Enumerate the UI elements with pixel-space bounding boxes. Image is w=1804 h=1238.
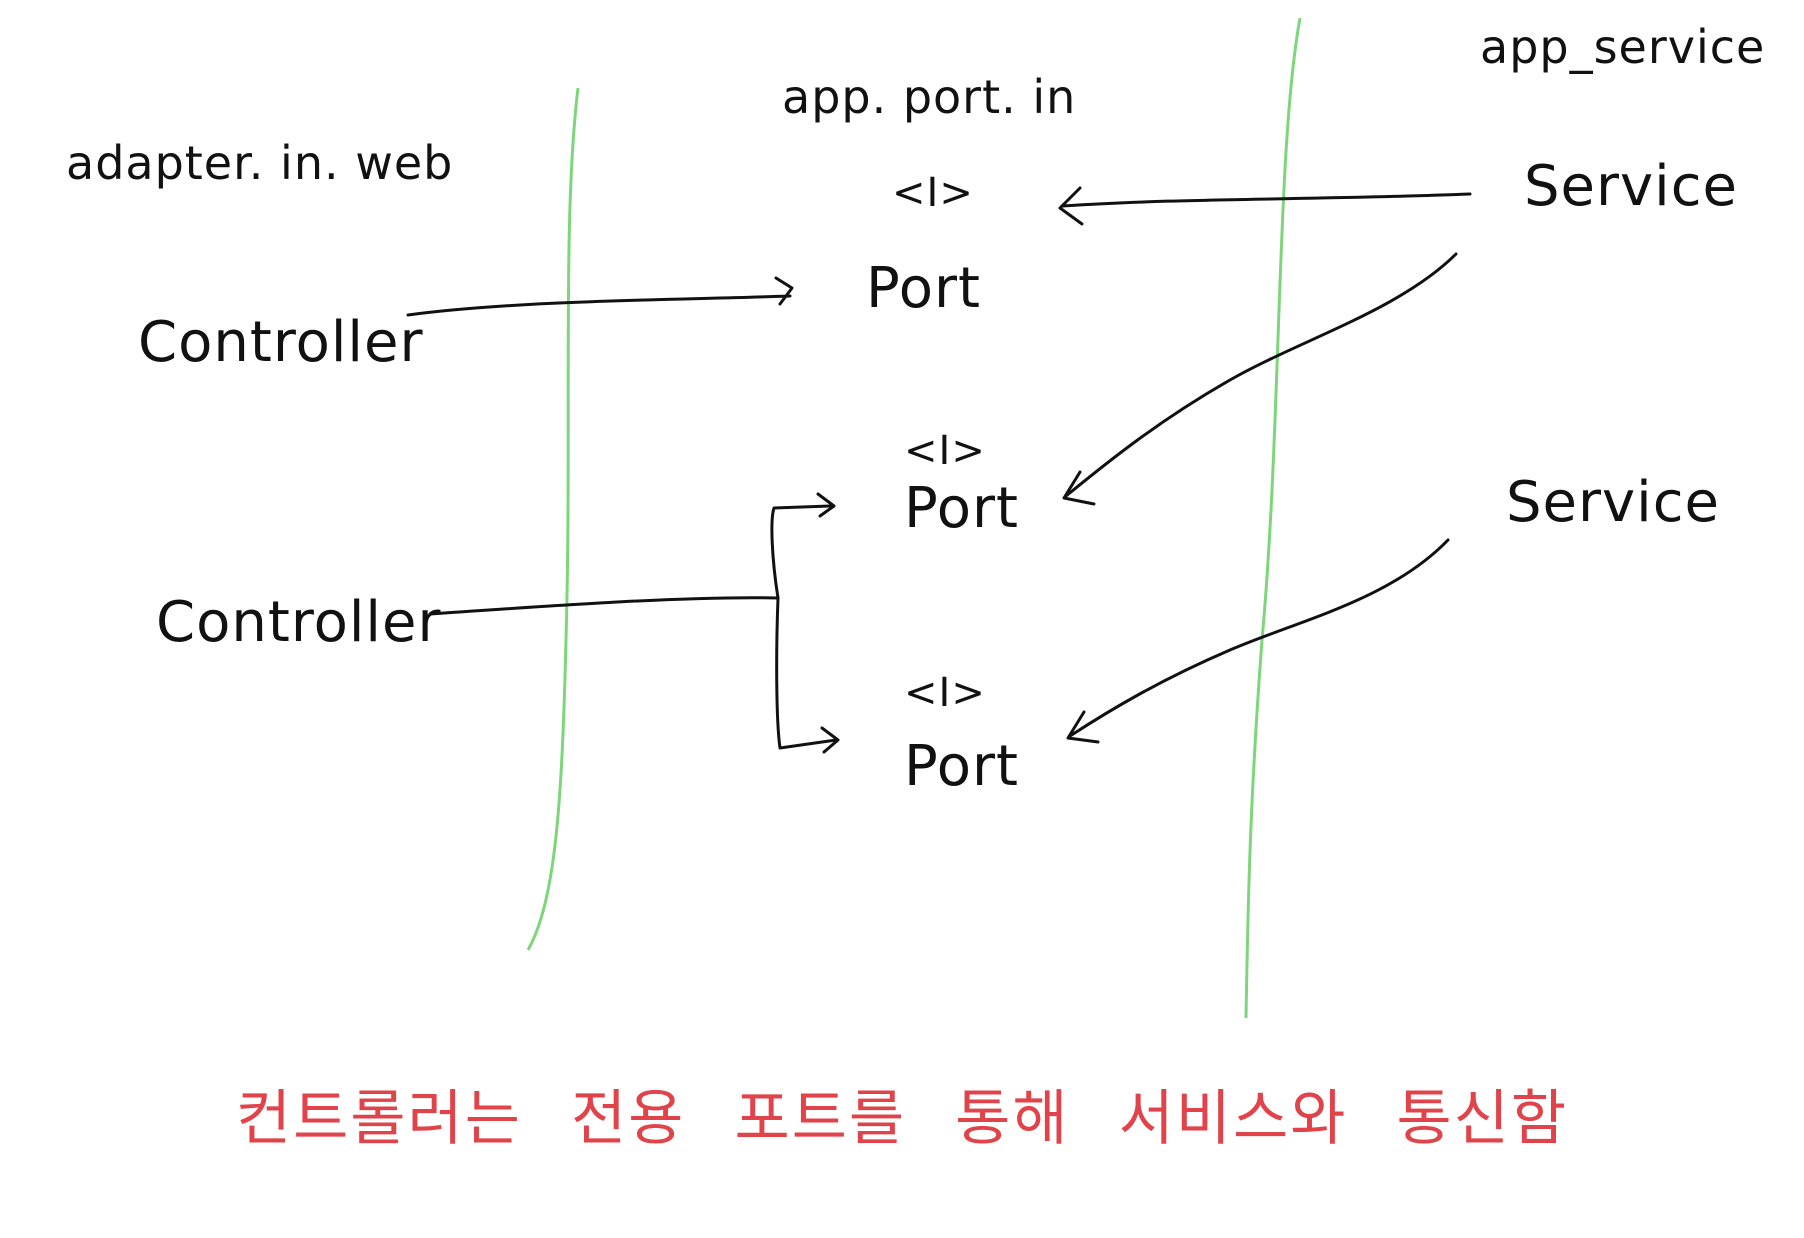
controller-node-1: Controller <box>138 310 424 375</box>
package-label-port: app. port. in <box>782 70 1077 124</box>
arrow-controller1-to-port1 <box>406 294 792 317</box>
diagram-caption: 컨트롤러는 전용 포트를 통해 서비스와 통신함 <box>235 1084 1569 1154</box>
port-2-label: Port <box>904 476 1020 541</box>
port-1-label: Port <box>866 256 982 321</box>
boundary-line-port-service <box>1244 17 1302 1019</box>
arrow-controller2-branch-up <box>770 504 832 600</box>
package-label-adapter: adapter. in. web <box>66 136 454 190</box>
port-2-stereotype: <I> <box>904 428 986 474</box>
arrow-service2-to-port3 <box>1068 538 1450 738</box>
service-node-1: Service <box>1524 154 1738 219</box>
service-node-2: Service <box>1506 470 1720 535</box>
boundary-line-adapter-port <box>526 87 580 951</box>
arrow-service1-to-port1 <box>1060 192 1472 208</box>
package-label-service: app_service <box>1480 20 1766 74</box>
arrow-controller2-branch-down <box>775 596 838 750</box>
arrow-service1-to-port2 <box>1064 252 1458 498</box>
port-3-label: Port <box>904 734 1020 799</box>
controller-node-2: Controller <box>156 590 442 655</box>
arrow-controller2-trunk <box>428 596 780 616</box>
port-1-stereotype: <I> <box>892 170 974 216</box>
diagram-canvas: adapter. in. web app. port. in app_servi… <box>0 0 1804 1238</box>
arrowhead-controller1-to-port1 <box>774 276 794 306</box>
port-3-stereotype: <I> <box>904 670 986 716</box>
